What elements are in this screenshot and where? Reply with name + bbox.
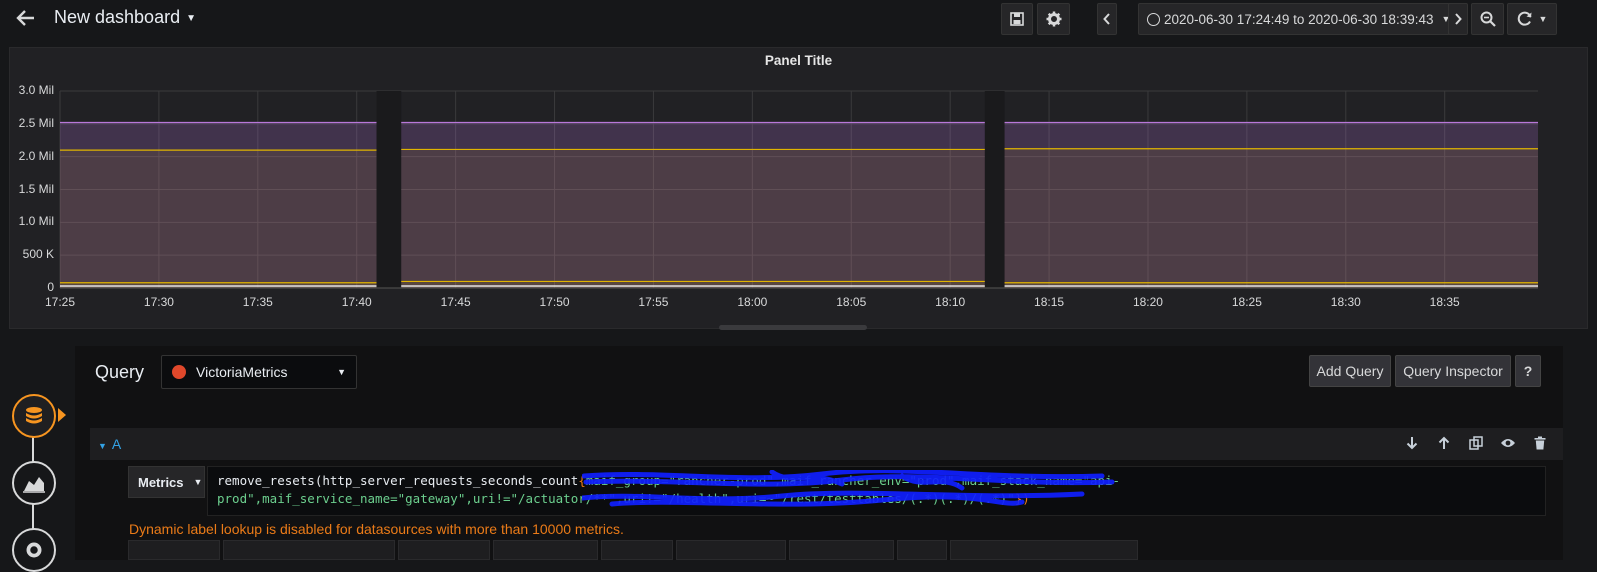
zoom-out-button[interactable] [1471, 3, 1504, 35]
x-tick-label: 18:20 [1132, 295, 1163, 309]
visualization-tab[interactable] [12, 461, 56, 505]
caret-down-icon: ▼ [193, 477, 203, 487]
query-ref-label: A [111, 436, 122, 452]
series-area [60, 150, 377, 288]
option-field-5[interactable] [601, 540, 673, 560]
y-tick-label: 2.0 Mil [18, 148, 54, 163]
option-field-6[interactable] [676, 540, 786, 560]
metrics-label-text: Metrics [138, 474, 184, 490]
x-tick-label: 18:10 [935, 295, 966, 309]
data-gap [984, 91, 1005, 288]
x-tick-label: 18:35 [1429, 295, 1460, 309]
time-range-picker[interactable]: 2020-06-30 17:24:49 to 2020-06-30 18:39:… [1138, 3, 1466, 35]
victoriametrics-logo-icon [172, 365, 186, 379]
x-tick-label: 17:55 [638, 295, 669, 309]
panel-resize-handle[interactable] [719, 325, 867, 330]
x-tick-label: 17:45 [440, 295, 471, 309]
option-field-9[interactable] [950, 540, 1138, 560]
toggle-visibility-eye-icon[interactable] [1499, 436, 1517, 453]
caret-down-icon: ▼ [337, 367, 346, 377]
gear-icon [1046, 11, 1061, 27]
dashboard-settings-button[interactable] [1037, 3, 1070, 35]
y-tick-label: 2.5 Mil [18, 115, 54, 130]
dashboard-title[interactable]: New dashboard ▼ [54, 7, 196, 28]
option-field-7[interactable] [789, 540, 894, 560]
datasource-select[interactable]: VictoriaMetrics ▼ [161, 355, 357, 389]
x-tick-label: 17:35 [242, 295, 273, 309]
duplicate-query-icon[interactable] [1467, 436, 1485, 453]
dashboard-title-text: New dashboard [54, 7, 181, 27]
query-ref-toggle[interactable]: ▼ A [98, 436, 121, 452]
x-tick-label: 17:40 [341, 295, 372, 309]
area-chart-icon [23, 477, 45, 493]
zoom-out-icon [1480, 11, 1496, 27]
query-function-token: remove_resets(http_server_requests_secon… [217, 473, 579, 488]
refresh-icon [1517, 11, 1532, 26]
x-tick-label: 18:05 [836, 295, 867, 309]
save-icon [1010, 12, 1024, 26]
query-section-title: Query [95, 362, 145, 382]
add-query-button[interactable]: Add Query [1309, 355, 1391, 387]
query-row-actions [1403, 436, 1549, 453]
option-field-2[interactable] [223, 540, 395, 560]
queries-tab[interactable] [12, 394, 56, 438]
y-tick-label: 1.0 Mil [18, 214, 54, 229]
save-dashboard-button[interactable] [1001, 3, 1033, 35]
gear-icon [26, 542, 42, 558]
query-options-row [128, 540, 1138, 560]
back-arrow-icon[interactable] [14, 6, 40, 32]
clock-icon [1147, 12, 1160, 26]
active-step-arrow-icon [58, 408, 66, 422]
x-tick-label: 18:30 [1330, 295, 1361, 309]
time-shift-back-button[interactable] [1097, 3, 1117, 35]
graph-plot-area[interactable] [10, 48, 1589, 330]
delete-query-trash-icon[interactable] [1531, 436, 1549, 453]
caret-down-icon: ▼ [98, 441, 107, 451]
graph-panel: Panel Title 0 500 K 1.0 Mil 1.5 Mil 2.0 Mil 2… [9, 47, 1588, 329]
query-label-token-2: prod",maif_service_name="gateway",uri!="… [217, 491, 624, 506]
datasource-name: VictoriaMetrics [196, 364, 288, 380]
chevron-right-icon [1455, 13, 1462, 25]
query-row-header[interactable]: ▼ A [90, 428, 1563, 460]
option-field-8[interactable] [897, 540, 947, 560]
metrics-dropdown[interactable]: Metrics ▼ [128, 466, 205, 498]
data-gap [376, 91, 402, 288]
y-tick-label: 0 [47, 280, 54, 294]
time-range-text: 2020-06-30 17:24:49 to 2020-06-30 18:39:… [1164, 11, 1434, 27]
move-up-icon[interactable] [1435, 436, 1453, 453]
redaction-scribble [582, 470, 1115, 507]
series-area [401, 149, 985, 288]
time-shift-forward-button[interactable] [1448, 3, 1468, 35]
query-inspector-button[interactable]: Query Inspector [1395, 355, 1511, 387]
dashboard-navbar: New dashboard ▼ 2020-06-30 17:24:49 to 20… [0, 0, 1597, 38]
help-button[interactable]: ? [1515, 355, 1541, 387]
refresh-button[interactable]: ▼ [1507, 3, 1557, 35]
move-down-icon[interactable] [1403, 436, 1421, 453]
x-tick-label: 17:25 [44, 295, 76, 309]
option-field-4[interactable] [493, 540, 598, 560]
x-tick-label: 18:15 [1034, 295, 1065, 309]
chevron-left-icon [1103, 13, 1110, 25]
series-area [1004, 148, 1538, 288]
database-icon [26, 407, 42, 424]
label-lookup-warning: Dynamic label lookup is disabled for dat… [129, 521, 624, 537]
x-tick-label: 18:00 [737, 295, 768, 309]
y-tick-label: 1.5 Mil [18, 181, 54, 196]
option-field-3[interactable] [398, 540, 490, 560]
general-settings-tab[interactable] [12, 528, 56, 572]
x-tick-label: 17:30 [143, 295, 174, 309]
y-tick-label: 500 K [22, 247, 54, 262]
y-tick-label: 3.0 Mil [18, 83, 54, 97]
caret-down-icon: ▼ [186, 12, 196, 24]
caret-down-icon: ▼ [1538, 14, 1548, 24]
x-tick-label: 18:25 [1231, 295, 1262, 309]
x-tick-label: 17:50 [539, 295, 570, 309]
option-field-1[interactable] [128, 540, 220, 560]
